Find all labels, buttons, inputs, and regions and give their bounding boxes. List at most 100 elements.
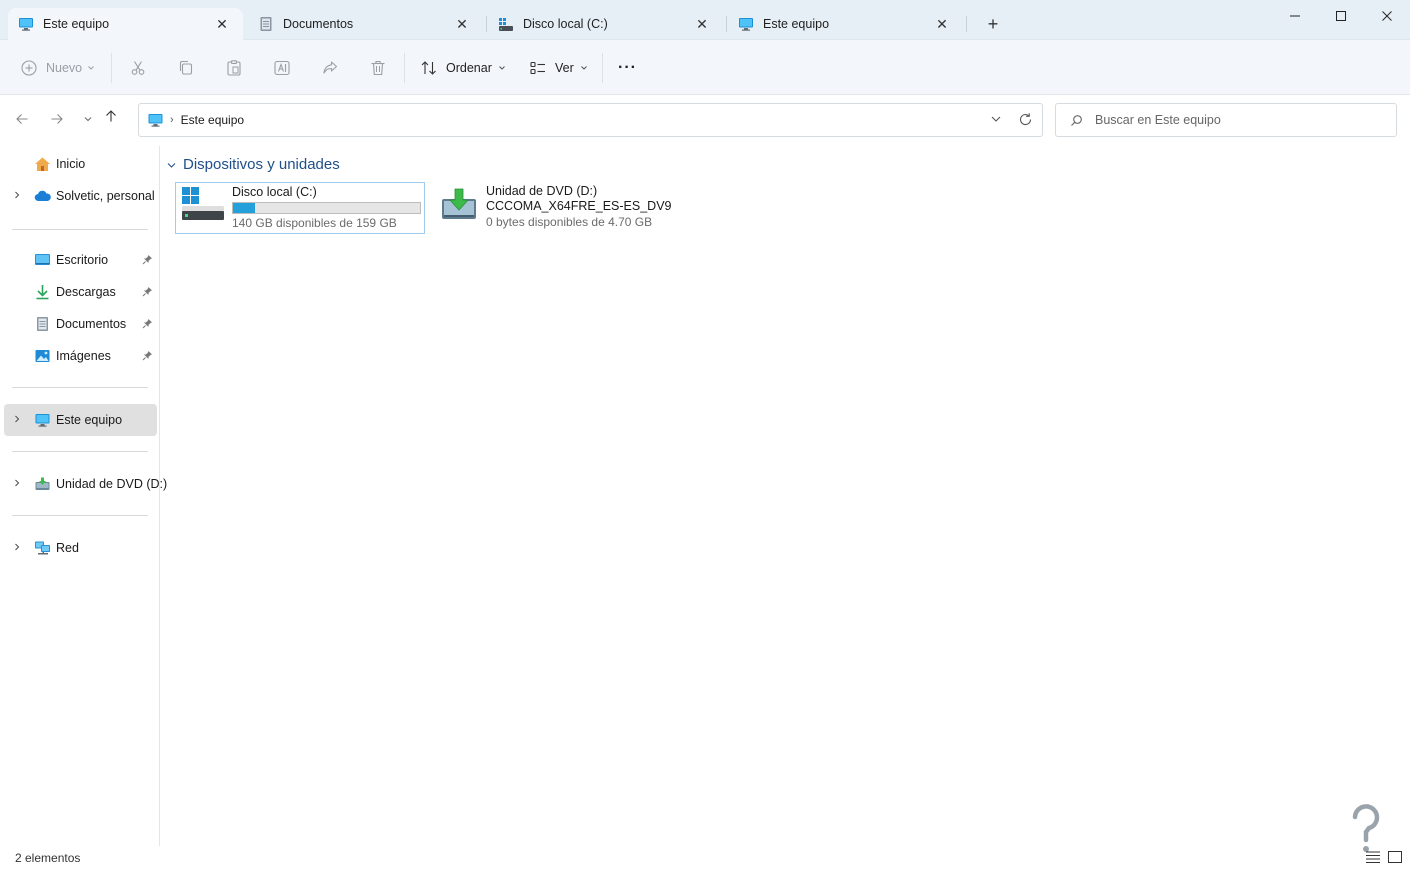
rename-button[interactable] [273,54,291,82]
copy-button[interactable] [177,54,195,82]
tab-close-icon[interactable]: ✕ [931,13,953,35]
sidebar-divider [12,515,148,516]
sidebar-item-escritorio[interactable]: Escritorio [4,244,157,276]
breadcrumb-este-equipo[interactable]: Este equipo [181,113,244,127]
command-bar: Nuevo Ordenar Ver ··· [0,40,1410,95]
details-view-icon[interactable] [1365,850,1381,864]
tab-este-equipo-2[interactable]: Este equipo ✕ [728,8,963,40]
pin-icon[interactable] [142,318,153,329]
toolbar-divider [602,53,603,83]
drive-tile-d[interactable]: Unidad de DVD (D:) CCCOMA_X64FRE_ES-ES_D… [436,182,696,234]
drive-icon [499,18,513,31]
title-bar: Este equipo ✕ Documentos ✕ Disco local (… [0,0,1410,40]
share-icon [323,61,338,74]
arrow-right-icon [51,114,63,124]
close-icon [1382,11,1392,21]
search-box[interactable] [1055,103,1397,137]
pin-icon[interactable] [142,350,153,361]
document-icon [37,317,48,331]
network-icon [35,541,50,555]
drive-free-space: 0 bytes disponibles de 4.70 GB [486,215,653,229]
drive-name: Unidad de DVD (D:) [486,184,598,198]
tab-documentos[interactable]: Documentos ✕ [248,8,483,40]
new-button-label: Nuevo [46,61,83,75]
tab-divider [486,16,487,32]
refresh-button[interactable] [1018,112,1033,130]
delete-button[interactable] [369,54,387,82]
section-title: Dispositivos y unidades [183,156,340,173]
sidebar-item-label: Este equipo [56,413,123,427]
chevron-down-icon [167,163,176,168]
monitor-icon [19,18,33,31]
sidebar-divider [12,387,148,388]
recent-locations-button[interactable] [77,108,99,130]
chevron-right-icon[interactable] [12,478,22,488]
search-icon [1071,114,1082,126]
view-button-label: Ver [555,61,574,75]
minimize-button[interactable] [1272,0,1318,32]
sidebar-item-descargas[interactable]: Descargas [4,276,157,308]
chevron-right-icon[interactable]: › [170,114,174,126]
forward-button[interactable] [46,108,68,130]
drive-tile-c[interactable]: Disco local (C:) 140 GB disponibles de 1… [175,182,425,234]
document-icon [260,17,272,31]
chevron-right-icon[interactable] [12,542,22,552]
sidebar-item-este-equipo[interactable]: Este equipo [4,404,157,436]
monitor-icon [739,18,753,31]
clipboard-icon [227,60,241,76]
sidebar-item-red[interactable]: Red [4,532,157,564]
chevron-right-icon[interactable] [12,190,22,200]
search-input[interactable] [1095,113,1375,127]
sidebar-item-label: Documentos [56,317,127,331]
back-button[interactable] [11,108,33,130]
more-options-button[interactable]: ··· [618,54,637,82]
tab-disco-local[interactable]: Disco local (C:) ✕ [488,8,723,40]
sidebar-item-label: Inicio [56,157,86,171]
toolbar-divider [404,53,405,83]
paste-button[interactable] [225,54,243,82]
maximize-button[interactable] [1318,0,1364,32]
refresh-icon [1019,113,1032,126]
tab-este-equipo-1[interactable]: Este equipo ✕ [8,8,243,40]
tab-label: Este equipo [763,17,830,31]
sidebar-item-label: Solvetic, personal [56,189,155,203]
home-icon [35,157,50,171]
new-button[interactable]: Nuevo [20,54,95,82]
status-item-count: 2 elementos [15,851,81,865]
address-history-button[interactable] [990,113,1002,128]
up-button[interactable] [100,105,122,127]
share-button[interactable] [321,54,339,82]
chevron-right-icon[interactable] [12,414,22,424]
sidebar-item-inicio[interactable]: Inicio [4,148,157,180]
cut-button[interactable] [129,54,147,82]
pin-icon[interactable] [142,254,153,265]
sidebar-item-documentos[interactable]: Documentos [4,308,157,340]
sidebar-divider [12,229,148,230]
trash-icon [371,60,385,76]
tab-close-icon[interactable]: ✕ [691,13,713,35]
pin-icon[interactable] [142,286,153,297]
sidebar-item-dvd[interactable]: Unidad de DVD (D:) [4,468,167,500]
close-window-button[interactable] [1364,0,1410,32]
section-header-devices[interactable]: Dispositivos y unidades [166,156,340,173]
drive-volume-label: CCCOMA_X64FRE_ES-ES_DV9 [486,199,672,213]
drive-name: Disco local (C:) [232,185,317,199]
new-tab-button[interactable]: + [981,12,1005,36]
sort-button[interactable]: Ordenar [420,54,506,82]
tab-close-icon[interactable]: ✕ [451,13,473,35]
arrow-left-icon [16,114,28,124]
minimize-icon [1290,15,1300,17]
address-bar[interactable]: › Este equipo [138,103,1043,137]
sidebar-item-onedrive[interactable]: Solvetic, personal [4,180,157,212]
sidebar-item-label: Red [56,541,79,555]
navigation-pane: Inicio Solvetic, personal Escritorio Des… [0,146,167,846]
sidebar-item-label: Escritorio [56,253,109,267]
tab-divider [966,16,967,32]
tiles-view-icon[interactable] [1387,850,1403,864]
monitor-icon [148,114,163,127]
dvd-drive-icon [35,477,50,490]
tab-close-icon[interactable]: ✕ [211,13,233,35]
view-button[interactable]: Ver [529,54,588,82]
sidebar-item-imagenes[interactable]: Imágenes [4,340,157,372]
toolbar-divider [111,53,112,83]
